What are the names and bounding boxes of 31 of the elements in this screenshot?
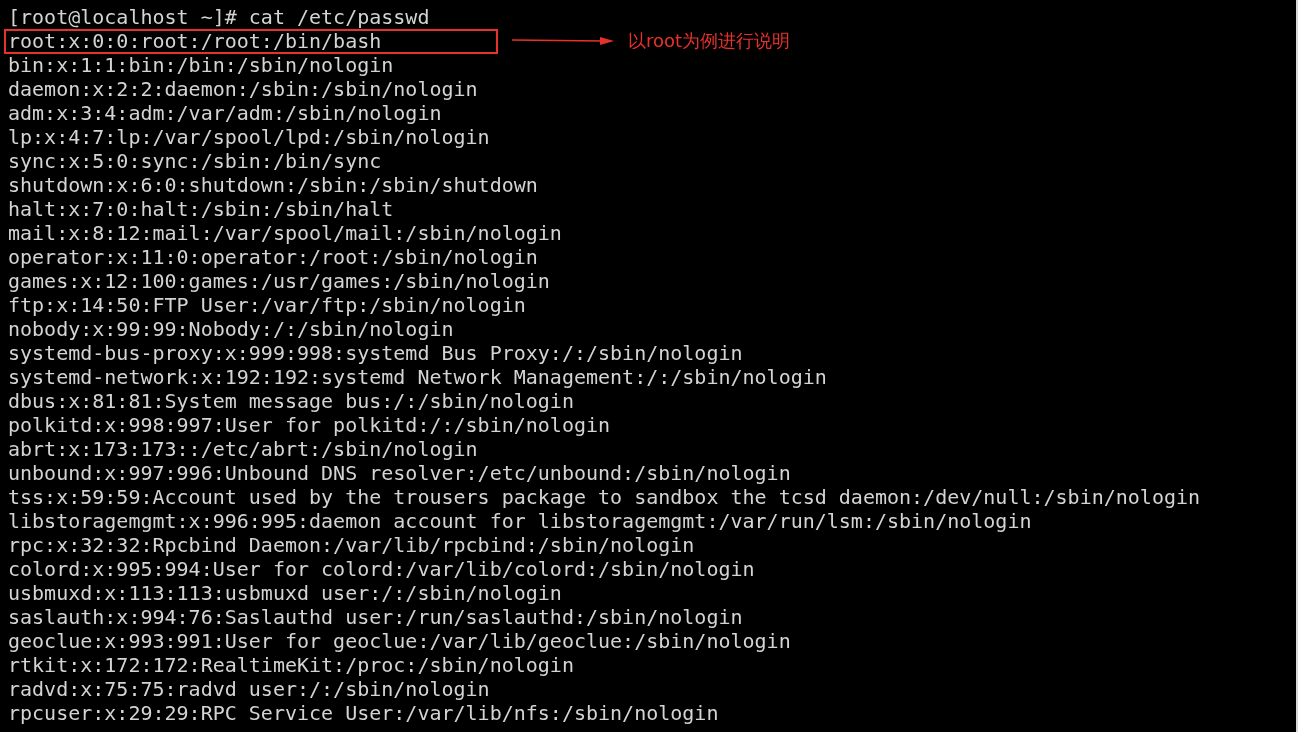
terminal-line: geoclue:x:993:991:User for geoclue:/var/lib/geoclue:/sbin/nologin <box>8 629 791 653</box>
terminal-line: systemd-bus-proxy:x:999:998:systemd Bus Proxy:/:/sbin/nologin <box>8 341 743 365</box>
terminal-line: sync:x:5:0:sync:/sbin:/bin/sync <box>8 149 382 173</box>
terminal-line: root:x:0:0:root:/root:/bin/bash <box>8 30 382 52</box>
terminal-line: lp:x:4:7:lp:/var/spool/lpd:/sbin/nologin <box>8 125 490 149</box>
terminal-line: dbus:x:81:81:System message bus:/:/sbin/nologin <box>8 389 574 413</box>
terminal-line: rtkit:x:172:172:RealtimeKit:/proc:/sbin/nologin <box>8 653 574 677</box>
terminal-line: bin:x:1:1:bin:/bin:/sbin/nologin <box>8 53 394 77</box>
terminal-line: tss:x:59:59:Account used by the trousers package to sandbox the tcsd daemon:/dev/null:/sbin/nologin <box>8 485 1201 509</box>
terminal-line: radvd:x:75:75:radvd user:/:/sbin/nologin <box>8 677 490 701</box>
terminal-line: saslauth:x:994:76:Saslauthd user:/run/saslauthd:/sbin/nologin <box>8 605 743 629</box>
terminal-line: shutdown:x:6:0:shutdown:/sbin:/sbin/shutdown <box>8 173 538 197</box>
terminal-line: abrt:x:173:173::/etc/abrt:/sbin/nologin <box>8 437 478 461</box>
terminal-line: rpc:x:32:32:Rpcbind Daemon:/var/lib/rpcbind:/sbin/nologin <box>8 533 695 557</box>
terminal-line: halt:x:7:0:halt:/sbin:/sbin/halt <box>8 197 394 221</box>
terminal-line: colord:x:995:994:User for colord:/var/lib/colord:/sbin/nologin <box>8 557 755 581</box>
terminal-line: ftp:x:14:50:FTP User:/var/ftp:/sbin/nologin <box>8 293 526 317</box>
terminal-line: nobody:x:99:99:Nobody:/:/sbin/nologin <box>8 317 454 341</box>
terminal-line: libstoragemgmt:x:996:995:daemon account for libstoragemgmt:/var/run/lsm:/sbin/nologin <box>8 509 1032 533</box>
terminal-line: unbound:x:997:996:Unbound DNS resolver:/etc/unbound:/sbin/nologin <box>8 461 791 485</box>
terminal-line: rpcuser:x:29:29:RPC Service User:/var/lib/nfs:/sbin/nologin <box>8 701 719 725</box>
terminal-line: operator:x:11:0:operator:/root:/sbin/nologin <box>8 245 538 269</box>
terminal-line: polkitd:x:998:997:User for polkitd:/:/sbin/nologin <box>8 413 611 437</box>
terminal-line: usbmuxd:x:113:113:usbmuxd user:/:/sbin/nologin <box>8 581 562 605</box>
terminal-line: adm:x:3:4:adm:/var/adm:/sbin/nologin <box>8 101 442 125</box>
terminal-line: games:x:12:100:games:/usr/games:/sbin/nologin <box>8 269 550 293</box>
terminal-line: mail:x:8:12:mail:/var/spool/mail:/sbin/nologin <box>8 221 562 245</box>
command-prompt: [root@localhost ~]# cat /etc/passwd <box>8 5 430 29</box>
terminal-line: daemon:x:2:2:daemon:/sbin:/sbin/nologin <box>8 77 478 101</box>
terminal-line: systemd-network:x:192:192:systemd Network Management:/:/sbin/nologin <box>8 365 827 389</box>
annotation-note: 以root为例进行说明 <box>628 29 791 53</box>
